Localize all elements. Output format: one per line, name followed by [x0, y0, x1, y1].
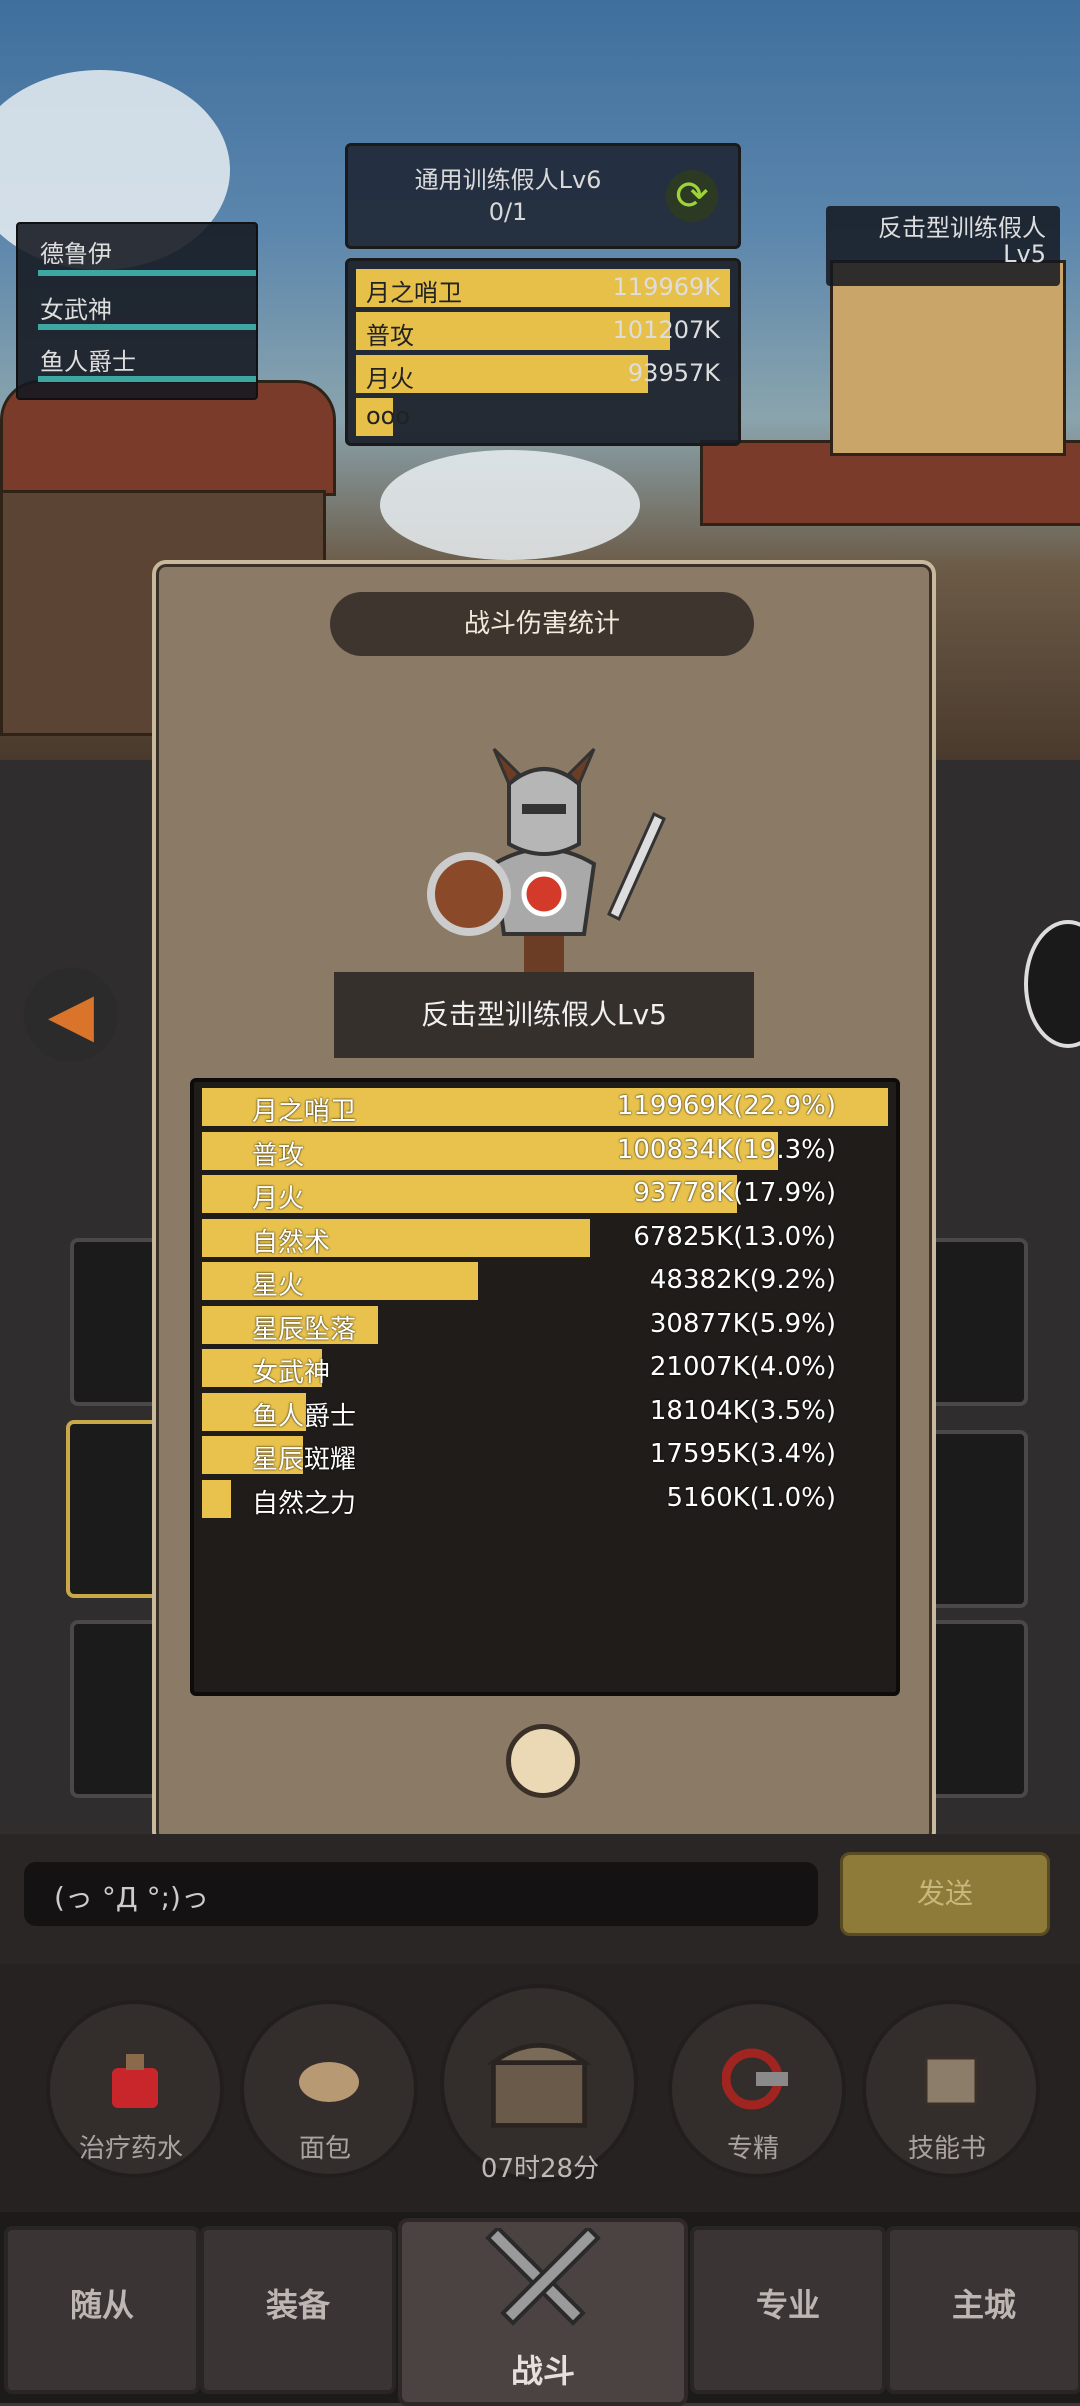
mini-stat-value: 119969K — [612, 273, 720, 301]
mini-damage-stats[interactable]: 月之哨卫 119969K 普攻 101207K 月火 93957K ooo — [345, 258, 741, 446]
damage-row: 星辰坠落 30877K(5.9%) — [202, 1305, 888, 1345]
damage-row: 自然之力 5160K(1.0%) — [202, 1479, 888, 1519]
damage-source-name: 自然之力 — [252, 1488, 357, 1519]
mini-stat-value: 93957K — [627, 359, 720, 387]
bread-icon — [299, 2062, 359, 2102]
inventory-slot[interactable] — [920, 1430, 1028, 1608]
target-name: 反击型训练假人Lv5 — [334, 972, 754, 1058]
chat-input[interactable]: (っ °Д °;)っ — [24, 1862, 818, 1926]
action-label: 专精 — [726, 2134, 779, 2164]
mini-stat-name: 月火 — [366, 365, 414, 393]
damage-value: 5160K(1.0%) — [666, 1482, 836, 1513]
cloud — [380, 450, 640, 560]
action-label: 治疗药水 — [78, 2134, 183, 2164]
nav-city[interactable]: 主城 — [886, 2226, 1080, 2394]
damage-table: 月之哨卫 119969K(22.9%) 普攻 100834K(19.3%) 月火 9377… — [190, 1078, 900, 1696]
damage-row: 普攻 100834K(19.3%) — [202, 1131, 888, 1171]
mini-stat-row: 月之哨卫 119969K — [356, 269, 730, 307]
party-list: 德鲁伊 女武神 鱼人爵士 — [16, 222, 258, 400]
treasure-chest-icon — [486, 2043, 592, 2128]
dialog-title: 战斗伤害统计 — [330, 592, 754, 656]
damage-row: 自然术 67825K(13.0%) — [202, 1218, 888, 1258]
inventory-slot[interactable] — [920, 1238, 1028, 1406]
nav-battle[interactable]: 战斗 — [398, 2218, 688, 2406]
damage-row: 鱼人爵士 18104K(3.5%) — [202, 1392, 888, 1432]
mini-stat-name: ooo — [366, 402, 411, 430]
back-arrow-icon[interactable]: ◀ — [24, 968, 118, 1062]
mini-stat-row: ooo — [356, 398, 730, 436]
boss-name: 通用训练假人Lv6 — [414, 166, 602, 194]
close-button[interactable] — [506, 1724, 580, 1798]
crossed-swords-icon — [485, 2228, 601, 2326]
action-label: 面包 — [298, 2134, 351, 2164]
damage-source-name: 女武神 — [252, 1358, 331, 1388]
nav-equipment[interactable]: 装备 — [200, 2226, 396, 2394]
damage-bar — [202, 1479, 232, 1518]
party-member-name: 鱼人爵士 — [40, 348, 136, 376]
skill-book-icon — [924, 2056, 978, 2106]
damage-value: 93778K(17.9%) — [633, 1178, 836, 1208]
enemy-label-name: 反击型训练假人 — [878, 214, 1046, 242]
nav-battle-label: 战斗 — [510, 2352, 575, 2390]
potion-icon — [112, 2054, 158, 2108]
damage-source-name: 自然术 — [252, 1227, 331, 1258]
damage-source-name: 普攻 — [252, 1140, 305, 1171]
damage-value: 17595K(3.4%) — [649, 1439, 836, 1469]
damage-row: 星辰斑耀 17595K(3.4%) — [202, 1436, 888, 1475]
nav-profession[interactable]: 专业 — [690, 2226, 886, 2394]
specialization-icon — [722, 2048, 788, 2110]
damage-value: 21007K(4.0%) — [649, 1352, 836, 1382]
party-member-hp-bar — [38, 270, 256, 276]
damage-value: 67825K(13.0%) — [633, 1221, 836, 1252]
damage-bar — [202, 1262, 479, 1300]
chest-timer: 07时28分 — [480, 2154, 600, 2184]
party-member-hp-bar — [38, 324, 256, 330]
damage-value: 48382K(9.2%) — [649, 1265, 836, 1295]
damage-source-name: 月之哨卫 — [252, 1097, 357, 1127]
mini-stat-name: 月之哨卫 — [366, 279, 462, 307]
action-label: 技能书 — [907, 2134, 986, 2164]
mini-stat-value: 101207K — [612, 316, 720, 344]
damage-row: 月火 93778K(17.9%) — [202, 1175, 888, 1214]
damage-value: 30877K(5.9%) — [649, 1308, 836, 1339]
damage-source-name: 星辰坠落 — [252, 1314, 357, 1345]
damage-stats-dialog: 战斗伤害统计 反击型训练假人Lv5 月之哨卫 119969K(22.9%) 普攻 10… — [152, 560, 936, 1846]
house — [830, 260, 1066, 456]
party-member-name: 德鲁伊 — [40, 240, 112, 268]
boss-count: 0/1 — [488, 198, 528, 226]
damage-source-name: 月火 — [252, 1184, 305, 1214]
send-button[interactable]: 发送 — [840, 1852, 1050, 1936]
chat-input-text: (っ °Д °;)っ — [54, 1881, 209, 1914]
training-dummy-knight-icon — [427, 747, 666, 974]
nav-followers[interactable]: 随从 — [4, 2226, 200, 2394]
mini-stat-row: 普攻 101207K — [356, 312, 730, 350]
party-member-hp-bar — [38, 376, 256, 382]
damage-value: 18104K(3.5%) — [649, 1395, 836, 1426]
enemy-label-level: Lv5 — [1003, 240, 1046, 268]
damage-source-name: 鱼人爵士 — [252, 1401, 357, 1432]
damage-row: 星火 48382K(9.2%) — [202, 1262, 888, 1301]
damage-row: 女武神 21007K(4.0%) — [202, 1349, 888, 1388]
enemy-label: 反击型训练假人 Lv5 — [826, 206, 1060, 286]
damage-value: 100834K(19.3%) — [616, 1134, 836, 1165]
mini-stat-name: 普攻 — [366, 322, 414, 350]
party-member-name: 女武神 — [40, 296, 112, 324]
mini-stat-row: 月火 93957K — [356, 355, 730, 393]
damage-value: 119969K(22.9%) — [616, 1091, 836, 1121]
damage-source-name: 星火 — [252, 1271, 305, 1301]
inventory-slot[interactable] — [920, 1620, 1028, 1798]
damage-row: 月之哨卫 119969K(22.9%) — [202, 1088, 888, 1127]
refresh-icon[interactable]: ⟳ — [666, 170, 718, 222]
damage-source-name: 星辰斑耀 — [252, 1445, 357, 1475]
boss-info-box: 通用训练假人Lv6 0/1 ⟳ — [345, 143, 741, 249]
